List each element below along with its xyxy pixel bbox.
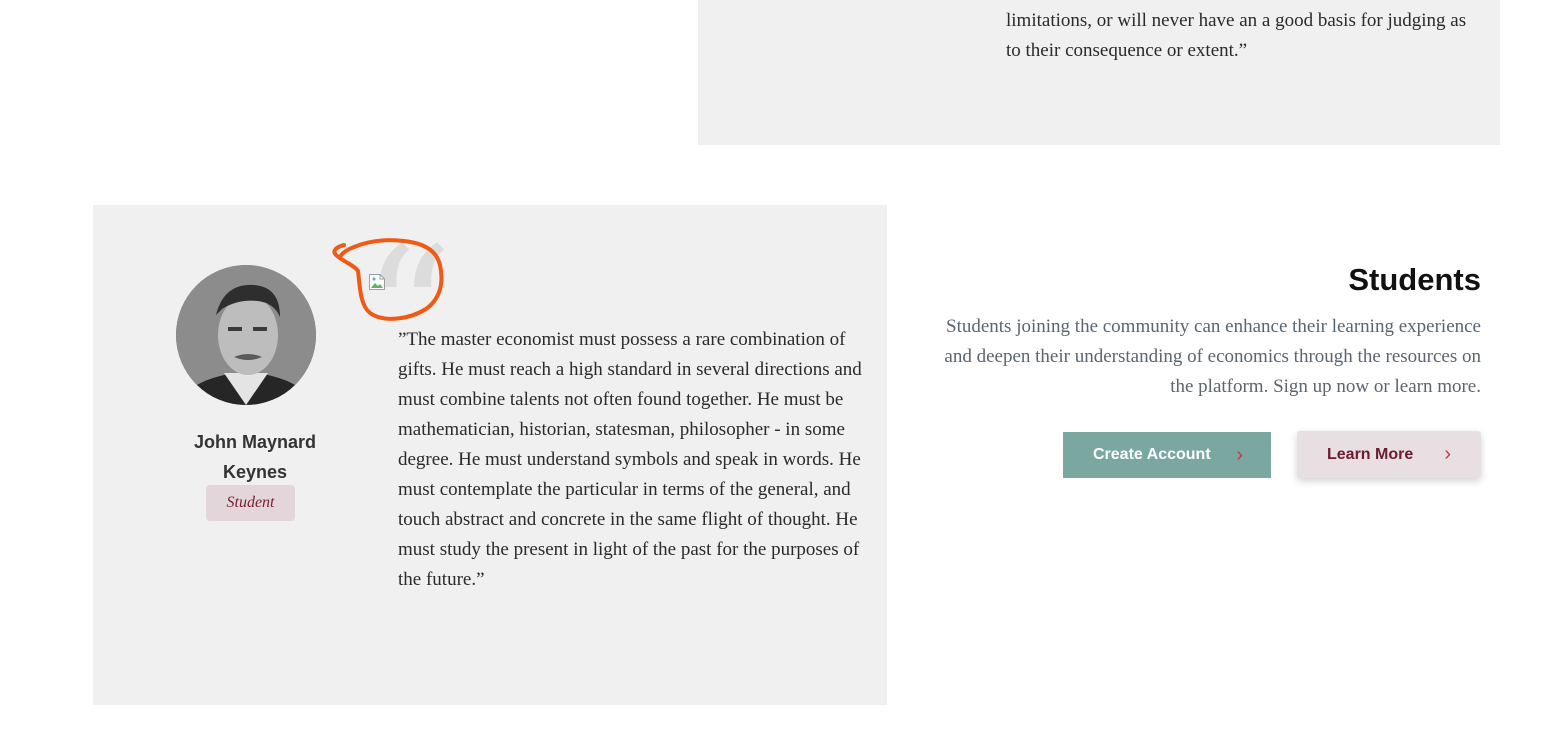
section-description: Students joining the community can enhan…: [944, 316, 1481, 397]
annotation-circle-icon: [332, 238, 444, 321]
role-badge: Student: [206, 485, 295, 521]
create-account-button[interactable]: Create Account ›: [1063, 432, 1271, 478]
chevron-right-icon: ›: [1444, 443, 1451, 465]
portrait-photo: [176, 265, 316, 405]
avatar: [176, 265, 316, 405]
chevron-right-icon: ›: [1236, 444, 1243, 466]
previous-quote-text: limitations, or will never have an a goo…: [1006, 10, 1467, 61]
learn-more-button[interactable]: Learn More ›: [1297, 431, 1481, 478]
previous-testimonial-card: limitations, or will never have an a goo…: [698, 0, 1500, 145]
create-account-label: Create Account: [1093, 446, 1211, 463]
testimonial-card: John Maynard Keynes Student “ ”The maste…: [93, 205, 887, 705]
person-name: John Maynard Keynes: [193, 432, 317, 482]
section-title: Students: [1348, 262, 1481, 297]
learn-more-label: Learn More: [1327, 445, 1414, 463]
testimonial-quote-text: ”The master economist must possess a rar…: [398, 329, 862, 590]
students-section: Students Students joining the community …: [940, 258, 1481, 402]
